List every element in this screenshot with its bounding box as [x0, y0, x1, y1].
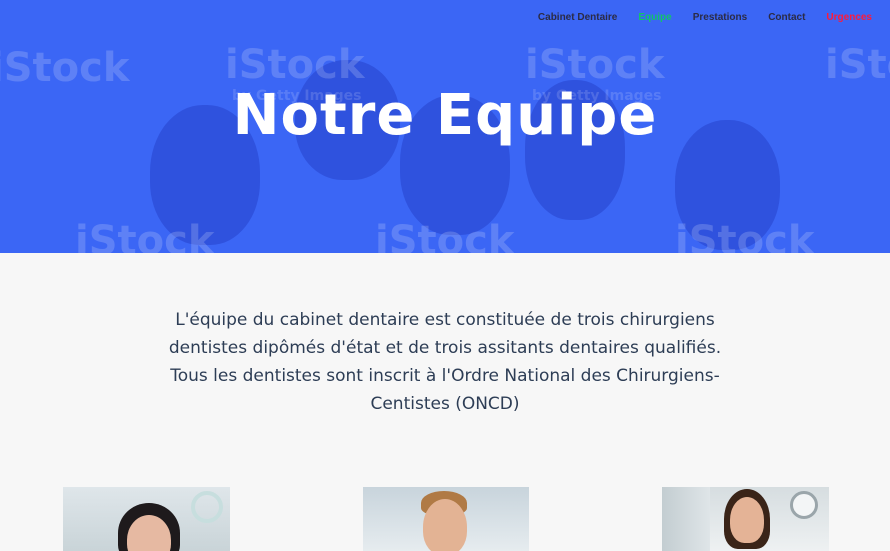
nav-item-equipe[interactable]: Equipe	[638, 12, 671, 23]
watermark: iStock	[75, 218, 215, 253]
main-nav: Cabinet Dentaire Equipe Prestations Cont…	[517, 12, 872, 23]
watermark: iStock	[525, 42, 665, 88]
intro-text: L'équipe du cabinet dentaire est constit…	[168, 310, 722, 414]
team-member-photo-1[interactable]	[63, 487, 230, 551]
watermark: iStock	[825, 42, 890, 88]
watermark: iStock	[675, 218, 815, 253]
hero-banner: iStock iStock iStock iStock by Getty Ima…	[0, 0, 890, 253]
team-member-photo-2[interactable]	[363, 487, 529, 551]
team-member-photo-3[interactable]	[662, 487, 829, 551]
watermark: iStock	[225, 42, 365, 88]
nav-item-cabinet-dentaire[interactable]: Cabinet Dentaire	[538, 12, 617, 23]
watermark: iStock	[375, 218, 515, 253]
nav-item-prestations[interactable]: Prestations	[693, 12, 747, 23]
nav-item-contact[interactable]: Contact	[768, 12, 805, 23]
nav-item-urgences[interactable]: Urgences	[826, 12, 872, 23]
page-title: Notre Equipe	[232, 83, 658, 148]
